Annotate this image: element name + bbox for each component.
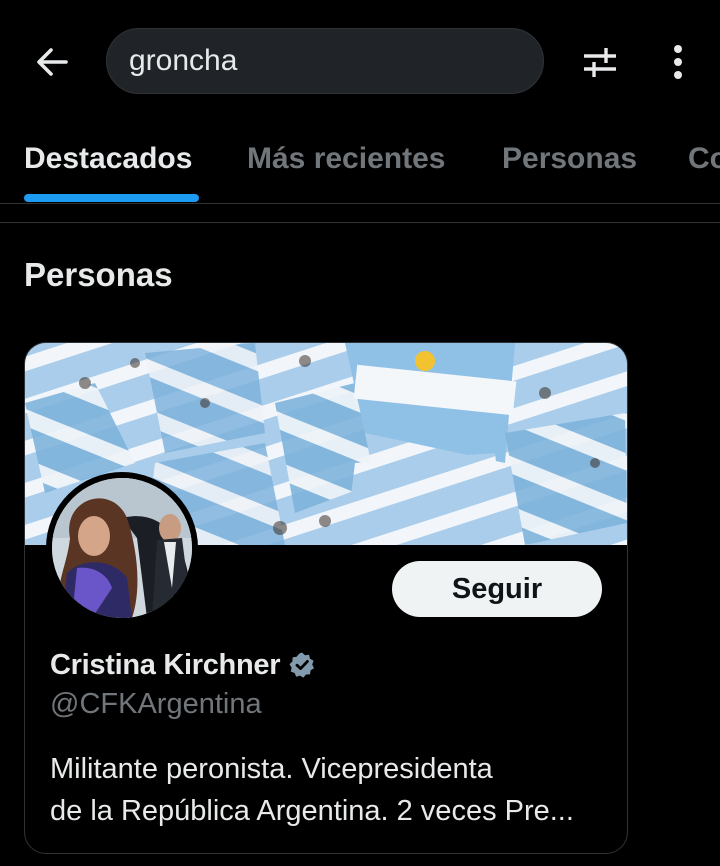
user-handle: @CFKArgentina: [50, 688, 262, 720]
more-options-button[interactable]: [654, 36, 702, 88]
vertical-ellipsis-icon: [674, 45, 682, 79]
back-button[interactable]: [28, 38, 76, 86]
follow-button[interactable]: Seguir: [392, 561, 602, 617]
section-divider: [0, 222, 720, 223]
arrow-left-icon: [37, 48, 68, 76]
search-tabs: Destacados Más recientes Personas Co: [0, 124, 720, 204]
user-bio: Militante peronista. Vicepresidenta de l…: [50, 748, 610, 832]
top-bar: [0, 0, 720, 124]
tab-destacados[interactable]: Destacados: [24, 142, 192, 176]
section-title: Personas: [24, 256, 173, 293]
name-row: Cristina Kirchner: [50, 645, 316, 685]
avatar[interactable]: [52, 478, 192, 618]
tab-more[interactable]: Co: [688, 142, 720, 176]
bio-line: de la República Argentina. 2 veces Pre..…: [50, 795, 574, 827]
tab-mas-recientes[interactable]: Más recientes: [247, 142, 445, 176]
search-input[interactable]: [129, 29, 529, 93]
verified-badge-icon: [288, 651, 316, 679]
tabs-divider: [0, 203, 720, 204]
tab-personas[interactable]: Personas: [502, 142, 637, 176]
search-filter-button[interactable]: [574, 36, 626, 88]
avatar-image: [52, 478, 192, 618]
active-tab-indicator: [24, 194, 199, 202]
display-name: Cristina Kirchner: [50, 648, 281, 681]
sliders-icon: [584, 48, 616, 77]
bio-line: Militante peronista. Vicepresidenta: [50, 753, 493, 785]
search-box[interactable]: [106, 28, 544, 94]
